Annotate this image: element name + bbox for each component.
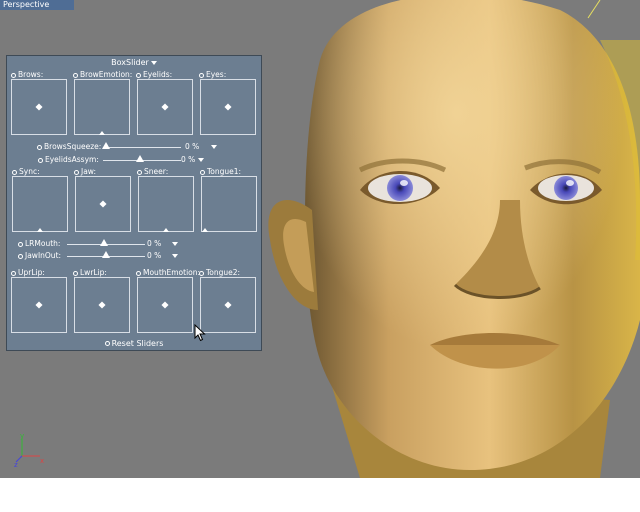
- control-dot[interactable]: [35, 103, 43, 111]
- box-eyes[interactable]: [200, 79, 256, 135]
- slider-thumb-lr-mouth[interactable]: [100, 239, 108, 246]
- label-brows: Brows:: [11, 70, 43, 79]
- box-eyelids[interactable]: [137, 79, 193, 135]
- axis-z-label: z: [14, 461, 18, 468]
- value-lr-mouth: 0 %: [147, 239, 162, 248]
- control-dot[interactable]: [161, 103, 169, 111]
- label-jaw: Jaw:: [74, 167, 96, 176]
- slider-thumb-brows-squeeze[interactable]: [102, 142, 110, 149]
- dropdown-arrow-icon[interactable]: [172, 254, 178, 258]
- box-sneer[interactable]: [138, 176, 194, 232]
- label-sneer: Sneer:: [137, 167, 168, 176]
- 3d-viewport[interactable]: Perspective BoxSlider Brows: BrowEmotion…: [0, 0, 640, 478]
- slider-thumb-jaw-in-out[interactable]: [102, 251, 110, 258]
- control-marker[interactable]: [163, 228, 169, 232]
- box-tongue1[interactable]: [201, 176, 257, 232]
- axis-y-label: y: [20, 432, 24, 440]
- slider-thumb-eyelids-assym[interactable]: [136, 155, 144, 162]
- panel-title[interactable]: BoxSlider: [7, 58, 261, 68]
- label-tongue1: Tongue1:: [200, 167, 241, 176]
- value-brows-squeeze: 0 %: [185, 142, 200, 151]
- title-dropdown-icon: [150, 60, 157, 65]
- label-brow-emotion: BrowEmotion:: [73, 70, 132, 79]
- box-tongue2[interactable]: [200, 277, 256, 333]
- box-lwr-lip[interactable]: [74, 277, 130, 333]
- reset-sliders-button[interactable]: Reset Sliders: [7, 339, 261, 349]
- value-eyelids-assym: 0 %: [181, 155, 196, 164]
- box-mouth-emotion[interactable]: [137, 277, 193, 333]
- mouse-cursor-icon: [194, 324, 206, 342]
- control-dot[interactable]: [224, 301, 232, 309]
- control-dot[interactable]: [35, 301, 43, 309]
- slider-track-brows-squeeze[interactable]: [103, 147, 181, 148]
- value-jaw-in-out: 0 %: [147, 251, 162, 260]
- control-dot[interactable]: [161, 301, 169, 309]
- label-lr-mouth: LRMouth:: [18, 239, 60, 248]
- box-sync[interactable]: [12, 176, 68, 232]
- label-eyelids: Eyelids:: [136, 70, 172, 79]
- axis-gizmo: y x z: [14, 432, 44, 468]
- label-lwr-lip: LwrLip:: [73, 268, 107, 277]
- label-eyes: Eyes:: [199, 70, 226, 79]
- control-marker[interactable]: [99, 131, 105, 135]
- label-tongue2: Tongue2:: [199, 268, 240, 277]
- dropdown-arrow-icon[interactable]: [211, 145, 217, 149]
- control-dot[interactable]: [224, 103, 232, 111]
- control-marker[interactable]: [202, 228, 208, 232]
- box-brows[interactable]: [11, 79, 67, 135]
- label-upr-lip: UprLip:: [11, 268, 45, 277]
- label-jaw-in-out: JawInOut:: [18, 251, 61, 260]
- control-marker[interactable]: [37, 228, 43, 232]
- control-dot[interactable]: [99, 200, 107, 208]
- dropdown-arrow-icon[interactable]: [198, 158, 204, 162]
- label-mouth-emotion: MouthEmotion:: [136, 268, 200, 277]
- box-slider-panel: BoxSlider Brows: BrowEmotion: Eyelids: E…: [6, 55, 262, 351]
- label-sync: Sync:: [12, 167, 40, 176]
- control-dot[interactable]: [98, 301, 106, 309]
- panel-title-text: BoxSlider: [111, 58, 149, 67]
- box-brow-emotion[interactable]: [74, 79, 130, 135]
- label-brows-squeeze: BrowsSqueeze:: [37, 142, 101, 151]
- box-upr-lip[interactable]: [11, 277, 67, 333]
- box-jaw[interactable]: [75, 176, 131, 232]
- dropdown-arrow-icon[interactable]: [172, 242, 178, 246]
- label-eyelids-assym: EyelidsAssym:: [38, 155, 99, 164]
- axis-x-label: x: [40, 457, 44, 465]
